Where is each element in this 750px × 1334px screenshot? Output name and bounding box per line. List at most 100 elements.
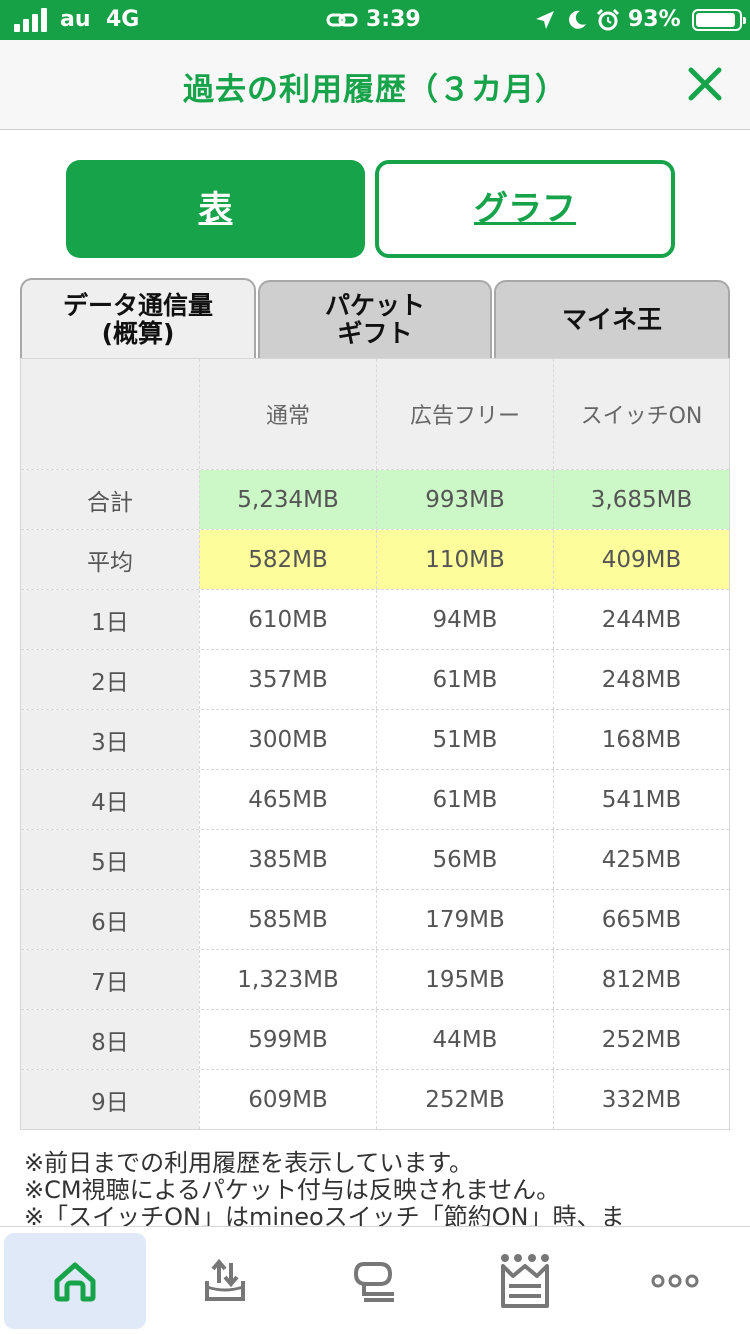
tab-maine-oh[interactable]: マイネ王 (494, 280, 730, 358)
table-row: 8日 599MB 44MB 252MB (21, 1009, 729, 1069)
row-label: 9日 (21, 1070, 199, 1129)
page-title: 過去の利用履歴（３カ月） (183, 72, 567, 108)
table-cell: 582MB (199, 530, 376, 589)
nav-more[interactable] (604, 1233, 746, 1329)
table-cell: 599MB (199, 1010, 376, 1069)
moon-icon (569, 10, 586, 29)
link-icon (326, 13, 358, 27)
table-cell: 610MB (199, 590, 376, 649)
table-view-button[interactable]: 表 (66, 160, 365, 258)
tab-packet-gift-label: パケット ギフト (324, 291, 425, 348)
table-cell: 195MB (376, 950, 553, 1009)
table-cell: 3,685MB (553, 470, 729, 529)
table-cell: 94MB (376, 590, 553, 649)
table-header-row: 通常 広告フリー スイッチON (21, 359, 729, 469)
row-label: 5日 (21, 830, 199, 889)
nav-upload[interactable] (154, 1233, 296, 1329)
table-row: 6日 585MB 179MB 665MB (21, 889, 729, 949)
table-cell: 300MB (199, 710, 376, 769)
network-label: 4G (106, 7, 140, 32)
table-cell: 244MB (553, 590, 729, 649)
table-cell: 665MB (553, 890, 729, 949)
tab-packet-gift[interactable]: パケット ギフト (258, 280, 492, 358)
table-cell: 409MB (553, 530, 729, 589)
table-row: 4日 465MB 61MB 541MB (21, 769, 729, 829)
tab-data-usage-label: データ通信量 (概算) (62, 291, 213, 348)
row-label: 平均 (21, 530, 199, 589)
table-row: 1日 610MB 94MB 244MB (21, 589, 729, 649)
table-row: 5日 385MB 56MB 425MB (21, 829, 729, 889)
bottom-nav (0, 1226, 750, 1334)
battery-icon (692, 9, 746, 31)
table-cell: 609MB (199, 1070, 376, 1129)
table-row-average: 平均 582MB 110MB 409MB (21, 529, 729, 589)
table-cell: 385MB (199, 830, 376, 889)
row-label: 7日 (21, 950, 199, 1009)
table-cell: 61MB (376, 770, 553, 829)
table-cell: 541MB (553, 770, 729, 829)
notes: ※前日までの利用履歴を表示しています。 ※CM視聴によるパケット付与は反映されま… (24, 1150, 734, 1226)
nav-home[interactable] (4, 1233, 146, 1329)
table-cell: 110MB (376, 530, 553, 589)
row-label: 2日 (21, 650, 199, 709)
more-icon (651, 1274, 699, 1288)
header: 過去の利用履歴（３カ月） (0, 40, 750, 130)
table-cell: 1,323MB (199, 950, 376, 1009)
note-line: ※前日までの利用履歴を表示しています。 (24, 1150, 473, 1177)
note-line: ※CM視聴によるパケット付与は反映されません。 (24, 1176, 561, 1204)
graph-view-button[interactable]: グラフ (375, 160, 675, 258)
row-label: 3日 (21, 710, 199, 769)
tab-maine-oh-label: マイネ王 (561, 305, 662, 334)
table-cell: 51MB (376, 710, 553, 769)
column-header-switch-on: スイッチON (553, 359, 729, 469)
signal-icon (14, 8, 48, 32)
table-cell: 252MB (376, 1070, 553, 1129)
column-header-ad-free: 広告フリー (376, 359, 553, 469)
battery-fill (696, 13, 735, 27)
nav-chat[interactable] (304, 1233, 446, 1329)
usage-table: 通常 広告フリー スイッチON 合計 5,234MB 993MB 3,685MB… (20, 358, 730, 1130)
table-cell: 179MB (376, 890, 553, 949)
chat-icon (353, 1262, 394, 1302)
table-cell: 812MB (553, 950, 729, 1009)
battery-percent: 93% (628, 7, 681, 32)
column-header-normal: 通常 (199, 359, 376, 469)
crown-icon (501, 1254, 549, 1308)
note-line: ※「スイッチON」はmineoスイッチ「節約ON」時、ま (24, 1203, 625, 1227)
table-row-total: 合計 5,234MB 993MB 3,685MB (21, 469, 729, 529)
row-label: 1日 (21, 590, 199, 649)
battery-tip (743, 17, 746, 24)
alarm-icon (596, 8, 620, 31)
carrier-label: au (60, 7, 91, 32)
table-cell: 425MB (553, 830, 729, 889)
row-label: 4日 (21, 770, 199, 829)
table-row: 3日 300MB 51MB 168MB (21, 709, 729, 769)
table-cell: 44MB (376, 1010, 553, 1069)
location-icon (536, 11, 554, 29)
table-row: 9日 609MB 252MB 332MB (21, 1069, 729, 1129)
tab-data-usage[interactable]: データ通信量 (概算) (20, 278, 256, 360)
close-icon[interactable] (683, 62, 727, 106)
table-cell: 993MB (376, 470, 553, 529)
table-cell: 465MB (199, 770, 376, 829)
home-icon (54, 1262, 96, 1302)
table-cell: 252MB (553, 1010, 729, 1069)
row-label: 6日 (21, 890, 199, 949)
nav-maine-oh[interactable] (454, 1233, 596, 1329)
table-cell: 585MB (199, 890, 376, 949)
column-header-blank (21, 359, 199, 469)
clock-time: 3:39 (366, 7, 421, 32)
table-cell: 5,234MB (199, 470, 376, 529)
table-row: 7日 1,323MB 195MB 812MB (21, 949, 729, 1009)
table-row: 2日 357MB 61MB 248MB (21, 649, 729, 709)
upload-icon (205, 1258, 245, 1301)
table-cell: 248MB (553, 650, 729, 709)
row-label: 8日 (21, 1010, 199, 1069)
status-bar: au 4G 3:39 93% (0, 0, 750, 40)
table-cell: 168MB (553, 710, 729, 769)
table-cell: 357MB (199, 650, 376, 709)
table-cell: 61MB (376, 650, 553, 709)
table-cell: 56MB (376, 830, 553, 889)
table-cell: 332MB (553, 1070, 729, 1129)
row-label: 合計 (21, 470, 199, 529)
